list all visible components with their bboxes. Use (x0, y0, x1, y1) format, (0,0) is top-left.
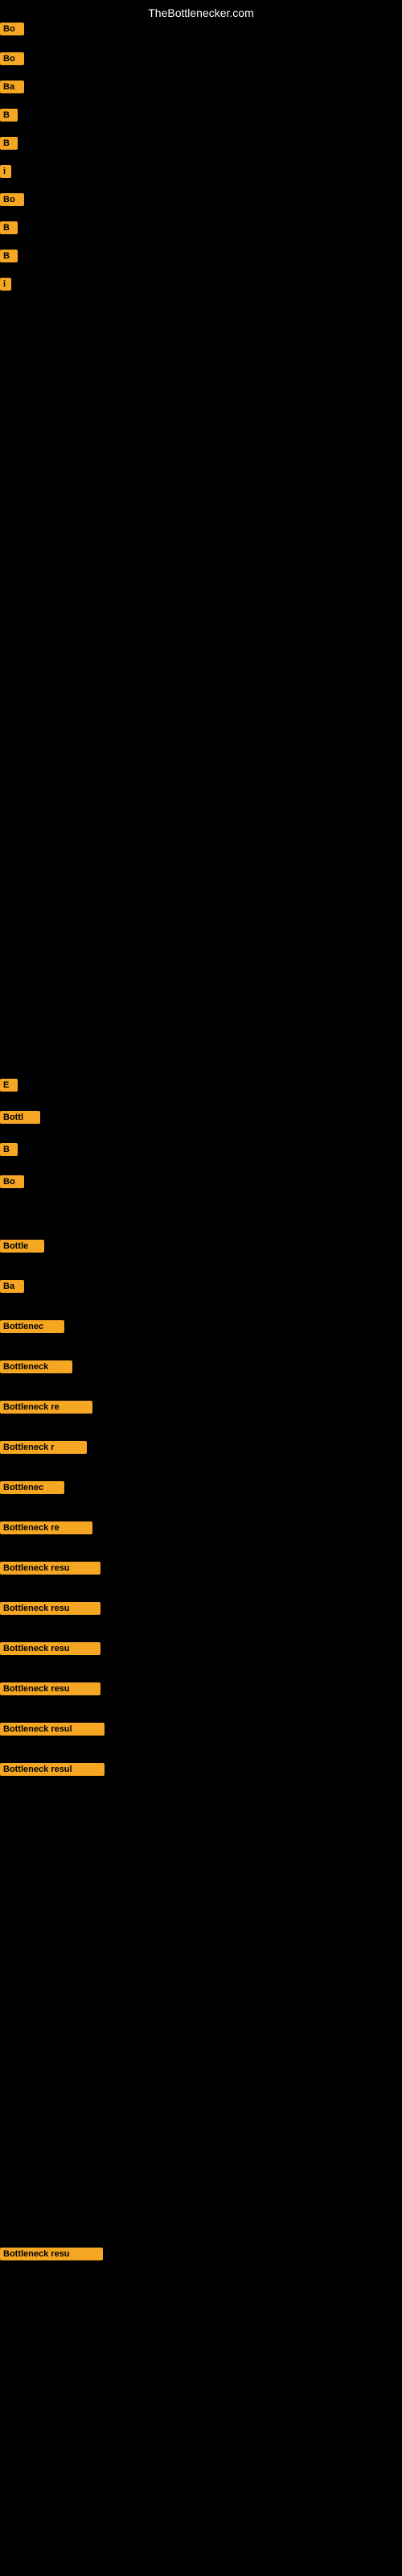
badge-20: Bottleneck r (0, 1441, 87, 1454)
badge-12: Bottl (0, 1111, 40, 1124)
badge-23: Bottleneck resu (0, 1562, 100, 1575)
badge-4: B (0, 109, 18, 122)
site-title: TheBottlenecker.com (148, 6, 254, 19)
badge-14: Bo (0, 1175, 24, 1188)
badge-19: Bottleneck re (0, 1401, 92, 1414)
badge-17: Bottlenec (0, 1320, 64, 1333)
badge-29: Bottleneck resu (0, 2248, 103, 2260)
badge-13: B (0, 1143, 18, 1156)
badge-24: Bottleneck resu (0, 1602, 100, 1615)
badge-22: Bottleneck re (0, 1521, 92, 1534)
badge-15: Bottle (0, 1240, 44, 1253)
badge-21: Bottlenec (0, 1481, 64, 1494)
badge-1: Bo (0, 23, 24, 35)
badge-25: Bottleneck resu (0, 1642, 100, 1655)
badge-6: i (0, 165, 11, 178)
badge-27: Bottleneck resul (0, 1723, 105, 1736)
badge-28: Bottleneck resul (0, 1763, 105, 1776)
badge-10: i (0, 278, 11, 291)
badge-8: B (0, 221, 18, 234)
badge-7: Bo (0, 193, 24, 206)
badge-2: Bo (0, 52, 24, 65)
badge-3: Ba (0, 80, 24, 93)
badge-26: Bottleneck resu (0, 1682, 100, 1695)
badge-18: Bottleneck (0, 1360, 72, 1373)
badge-5: B (0, 137, 18, 150)
badge-11: E (0, 1079, 18, 1092)
badge-9: B (0, 250, 18, 262)
badge-16: Ba (0, 1280, 24, 1293)
